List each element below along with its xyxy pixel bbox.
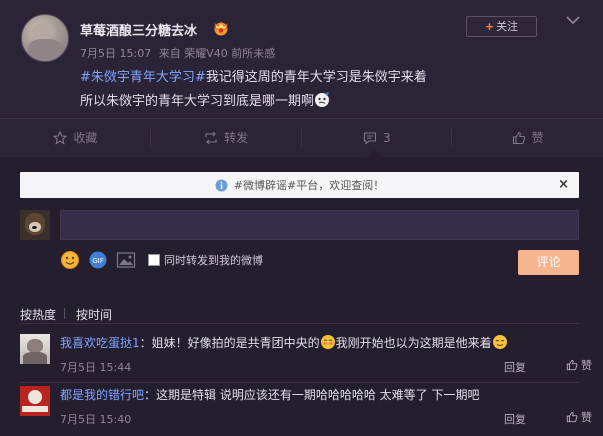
plus-icon: + (484, 20, 495, 33)
gif-icon[interactable]: GIF (88, 250, 108, 270)
post-meta: 7月5日 15:07 来自 荣耀V40 前所未感 (80, 45, 279, 61)
commenter-name[interactable]: 我喜欢吃蛋挞1 (60, 336, 140, 350)
post-content: #朱傚宇青年大学习#我记得这周的青年大学习是朱傚宇来着 所以朱傚宇的青年大学习到… (80, 66, 580, 114)
favorite-button[interactable]: 收藏 (0, 119, 151, 156)
composer-tools: GIF 同时转发到我的微博 (60, 250, 263, 270)
rumor-notice-bar[interactable]: #微博辟谣#平台，欢迎查阅！ × (20, 172, 579, 198)
repost-icon (205, 131, 217, 144)
follow-label: 关注 (496, 20, 519, 33)
forward-checkbox-label[interactable]: 同时转发到我的微博 (164, 252, 263, 268)
repost-button[interactable]: 转发 (151, 119, 302, 156)
comment-input[interactable] (60, 210, 579, 240)
confused-emoji-icon (315, 92, 330, 107)
comment-like-label: 赞 (581, 359, 592, 372)
sort-by-hot[interactable]: 按热度 (20, 306, 56, 323)
shy-emoji-icon (320, 335, 335, 349)
divider (64, 308, 65, 319)
thumbs-up-icon (566, 359, 578, 371)
post-line-1: #朱傚宇青年大学习#我记得这周的青年大学习是朱傚宇来着 (80, 66, 580, 90)
comment-caret (367, 150, 381, 157)
repost-label: 转发 (224, 131, 249, 145)
reply-button[interactable]: 回复 (504, 411, 526, 427)
action-bar: 收藏 转发 3 赞 (0, 118, 603, 156)
star-icon (53, 130, 68, 145)
sort-bar: 按热度 按时间 (20, 294, 579, 324)
post-text-1: 我记得这周的青年大学习是朱傚宇来着 (205, 70, 427, 85)
post-source[interactable]: 来自 荣耀V40 前所未感 (159, 47, 276, 60)
post-line-2: 所以朱傚宇的青年大学习到底是哪一期啊 (80, 90, 580, 114)
notice-text: #微博辟谣#平台，欢迎查阅！ (233, 179, 385, 192)
comment-time: 7月5日 15:44 (60, 361, 132, 374)
commenter-name[interactable]: 都是我的错行吧 (60, 388, 144, 402)
svg-text:GIF: GIF (92, 257, 104, 265)
thumbs-up-icon (566, 411, 578, 423)
sort-by-time[interactable]: 按时间 (76, 306, 112, 323)
chevron-down-icon[interactable] (566, 15, 580, 25)
divider (20, 382, 579, 383)
user-avatar[interactable] (21, 14, 69, 62)
reply-button[interactable]: 回复 (504, 359, 526, 375)
comment-time: 7月5日 15:40 (60, 413, 132, 426)
comment-like-label: 赞 (581, 411, 592, 424)
forward-checkbox[interactable] (148, 254, 160, 266)
vip-icon[interactable] (212, 20, 230, 36)
post-text-2: 所以朱傚宇的青年大学习到底是哪一期啊 (80, 94, 315, 109)
thumbs-up-icon (512, 131, 525, 144)
comment-body-a: ：这期是特辑 说明应该还有一期哈哈哈哈哈 太难等了 下一期吧 (144, 388, 480, 402)
follow-button[interactable]: + 关注 (466, 16, 537, 37)
favorite-label: 收藏 (73, 131, 98, 145)
comment-text: 都是我的错行吧：这期是特辑 说明应该还有一期哈哈哈哈哈 太难等了 下一期吧 (60, 386, 580, 404)
comment-like-button[interactable]: 赞 (566, 357, 592, 373)
close-icon[interactable]: × (558, 177, 569, 192)
comment-body-b: 我刚开始也以为这期是他来着 (335, 336, 492, 350)
comment-like-button[interactable]: 赞 (566, 409, 592, 425)
commenter-avatar[interactable] (20, 386, 50, 416)
submit-comment-button[interactable]: 评论 (518, 250, 579, 275)
username[interactable]: 草莓酒酿三分糖去冰 (80, 20, 197, 39)
smile-emoji-icon (492, 335, 507, 349)
like-label: 赞 (531, 131, 544, 145)
weibo-post-card: 草莓酒酿三分糖去冰 7月5日 15:07 来自 荣耀V40 前所未感 + 关注 #… (0, 0, 603, 436)
commenter-avatar[interactable] (20, 334, 50, 364)
comment-text: 我喜欢吃蛋挞1：姐妹！好像拍的是共青团中央的 我刚开始也以为这期是他来着 (60, 334, 580, 352)
image-icon[interactable] (116, 251, 136, 269)
like-button[interactable]: 赞 (452, 119, 603, 156)
topic-link[interactable]: #朱傚宇青年大学习# (80, 70, 206, 85)
comment-icon (363, 131, 377, 145)
emoji-icon[interactable] (60, 250, 80, 270)
my-avatar[interactable] (20, 210, 50, 240)
info-icon (215, 179, 228, 191)
post-date[interactable]: 7月5日 15:07 (80, 47, 151, 60)
comment-body-a: ：姐妹！好像拍的是共青团中央的 (139, 336, 320, 350)
comment-count: 3 (383, 130, 391, 145)
